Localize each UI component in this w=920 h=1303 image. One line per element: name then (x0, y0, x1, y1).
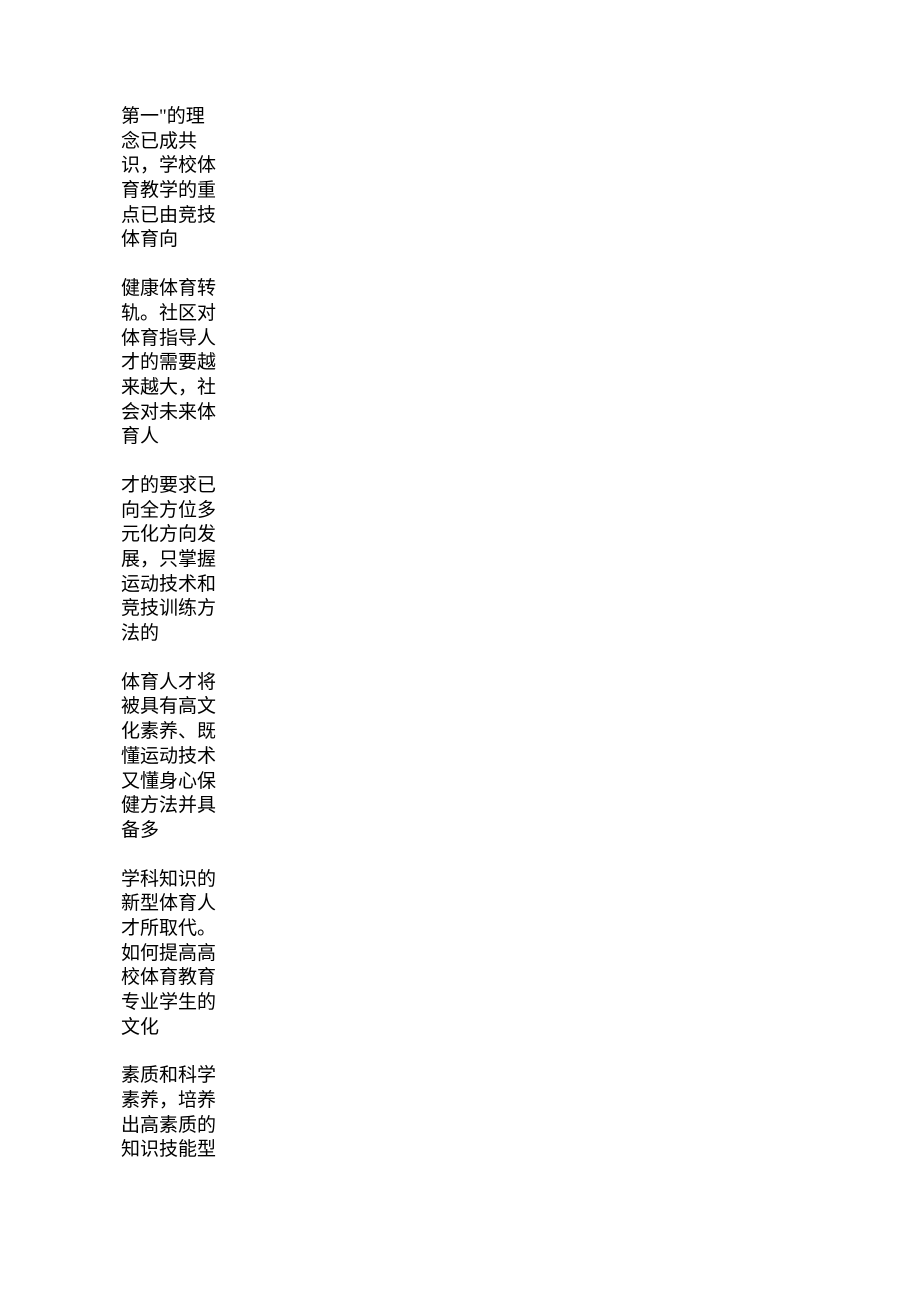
paragraph-2: 健康体育转轨。社区对体育指导人才的需要越来越大，社会对未来体育人 (121, 277, 221, 450)
paragraph-3: 才的要求已向全方位多元化方向发展，只掌握运动技术和竞技训练方法的 (121, 474, 221, 647)
paragraph-4: 体育人才将被具有高文化素养、既懂运动技术又懂身心保健方法并具备多 (121, 671, 221, 844)
paragraph-5: 学科知识的新型体育人才所取代。如何提高高校体育教育专业学生的文化 (121, 868, 221, 1041)
document-content: 第一"的理念已成共识，学校体育教学的重点已由竞技体育向 健康体育转轨。社区对体育… (121, 105, 221, 1163)
paragraph-6: 素质和科学素养，培养出高素质的知识技能型 (121, 1064, 221, 1163)
paragraph-1: 第一"的理念已成共识，学校体育教学的重点已由竞技体育向 (121, 105, 221, 253)
